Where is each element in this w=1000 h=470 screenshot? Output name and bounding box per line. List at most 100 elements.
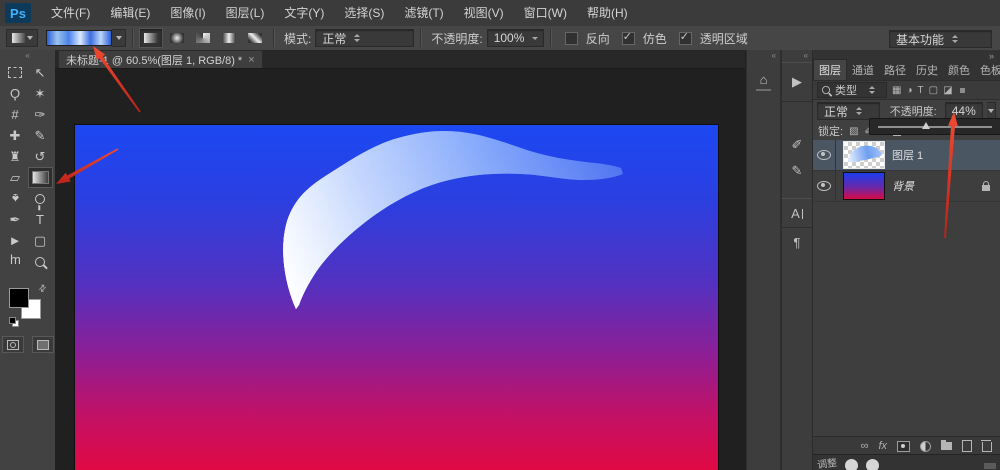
gradient-preview[interactable] xyxy=(46,30,112,46)
tab-layers[interactable]: 图层 xyxy=(813,59,847,80)
clone-stamp-tool[interactable]: ♜ xyxy=(3,146,28,167)
character-panel-button[interactable]: A xyxy=(782,198,812,228)
reverse-checkbox[interactable] xyxy=(565,32,578,45)
filter-image-icon[interactable]: ▦ xyxy=(892,85,901,96)
tab-paths[interactable]: 路径 xyxy=(879,60,911,80)
close-icon[interactable]: × xyxy=(248,54,254,66)
new-layer-icon[interactable] xyxy=(962,440,972,452)
eyedropper-tool[interactable]: ✑ xyxy=(28,104,53,125)
healing-brush-tool[interactable]: ✚ xyxy=(3,125,28,146)
canvas[interactable] xyxy=(75,125,718,470)
filter-type-icon[interactable]: T xyxy=(918,85,924,96)
mode-dropdown[interactable]: 正常 xyxy=(315,29,414,47)
filter-adjustment-icon[interactable]: ◑ xyxy=(906,85,912,96)
layer-name: 图层 1 xyxy=(892,147,923,163)
delete-layer-icon[interactable] xyxy=(982,442,992,452)
filter-pin-icon[interactable] xyxy=(960,88,965,93)
dodge-tool[interactable] xyxy=(28,188,53,209)
adjustment-circle-icon[interactable] xyxy=(866,459,879,470)
menu-help[interactable]: 帮助(H) xyxy=(577,0,638,26)
zoom-tool[interactable] xyxy=(28,251,53,272)
swap-colors-icon[interactable]: ⇄ xyxy=(36,282,49,295)
screen-mode-icon xyxy=(37,340,49,350)
background-thumbnail[interactable] xyxy=(843,172,885,200)
rectangular-marquee-tool[interactable] xyxy=(3,62,28,83)
filter-type-dropdown[interactable]: 类型 xyxy=(817,82,887,98)
tool-preset-picker[interactable] xyxy=(6,29,38,47)
menu-type[interactable]: 文字(Y) xyxy=(274,0,334,26)
tab-swatches[interactable]: 色板 xyxy=(975,60,1000,80)
add-mask-icon[interactable] xyxy=(897,441,910,452)
mode-label: 模式: xyxy=(284,30,311,47)
type-tool[interactable]: T xyxy=(28,209,53,230)
brush-presets-button[interactable]: ✎ xyxy=(782,158,812,184)
foreground-color-swatch[interactable] xyxy=(9,288,29,308)
lasso-tool[interactable]: Ϙ xyxy=(3,83,28,104)
hand-tool[interactable]: ɰ xyxy=(3,251,28,272)
blur-tool[interactable]: ♠ xyxy=(3,188,28,209)
transparency-checkbox[interactable] xyxy=(679,32,692,45)
menu-select[interactable]: 选择(S) xyxy=(334,0,394,26)
pen-tool[interactable]: ✒ xyxy=(3,209,28,230)
tab-channels[interactable]: 通道 xyxy=(847,60,879,80)
menu-layer[interactable]: 图层(L) xyxy=(216,0,275,26)
screen-mode-button[interactable] xyxy=(32,336,54,353)
linear-gradient-button[interactable] xyxy=(139,28,163,48)
opacity-value: 100% xyxy=(494,31,525,45)
menu-filter[interactable]: 滤镜(T) xyxy=(394,0,453,26)
opacity-slider-thumb[interactable] xyxy=(922,122,930,129)
filter-shape-icon[interactable]: ▢ xyxy=(929,85,938,96)
mini-bridge-button[interactable]: ⌂ xyxy=(747,62,780,100)
opacity-slider-track[interactable] xyxy=(878,126,992,128)
layer-row-background[interactable]: 背景 xyxy=(813,171,1000,202)
adjustment-layer-icon[interactable] xyxy=(920,441,931,452)
transparency-label: 透明区域 xyxy=(700,30,748,47)
filter-smart-object-icon[interactable]: ◪ xyxy=(943,85,952,96)
actions-panel-button[interactable]: ▶ xyxy=(782,62,812,102)
layer-row-layer1[interactable]: 图层 1 xyxy=(813,140,1000,171)
brush-tool[interactable]: ✎ xyxy=(28,125,53,146)
visibility-cell[interactable] xyxy=(813,140,836,170)
angle-gradient-button[interactable] xyxy=(191,28,215,48)
expand-dock-icon[interactable]: « xyxy=(747,50,780,62)
color-swatches: ⇄ xyxy=(9,286,47,322)
adjustment-circle-icon[interactable] xyxy=(845,459,858,470)
opacity-dropdown[interactable]: 100% xyxy=(487,29,544,47)
lock-transparency-icon[interactable]: ▨ xyxy=(849,126,858,137)
gradient-tool[interactable] xyxy=(28,167,53,188)
history-brush-tool[interactable]: ↺ xyxy=(28,146,53,167)
quick-mask-button[interactable] xyxy=(2,336,24,353)
layer1-thumbnail[interactable] xyxy=(843,141,885,169)
shape-tool[interactable]: ▢ xyxy=(28,230,53,251)
menu-view[interactable]: 视图(V) xyxy=(454,0,514,26)
tab-color[interactable]: 颜色 xyxy=(943,60,975,80)
menu-image[interactable]: 图像(I) xyxy=(160,0,215,26)
layer-style-icon[interactable]: fx xyxy=(878,437,887,455)
paragraph-panel-icon: ¶ xyxy=(794,235,801,250)
paragraph-panel-button[interactable]: ¶ xyxy=(782,228,812,256)
link-layers-icon[interactable]: ∞ xyxy=(861,437,869,455)
opacity-slider-popup[interactable] xyxy=(869,118,1000,135)
quick-selection-tool[interactable]: ✶ xyxy=(28,83,53,104)
path-selection-tool[interactable]: ► xyxy=(3,230,28,251)
collapse-toolbar-icon[interactable]: « xyxy=(0,50,55,62)
menu-window[interactable]: 窗口(W) xyxy=(514,0,577,26)
reflected-gradient-button[interactable] xyxy=(217,28,241,48)
new-group-icon[interactable] xyxy=(941,442,952,450)
brush-panel-button[interactable]: ✐ xyxy=(782,132,812,158)
radial-gradient-button[interactable] xyxy=(165,28,189,48)
diamond-gradient-button[interactable] xyxy=(243,28,267,48)
gradient-picker-button[interactable] xyxy=(112,29,126,47)
crop-tool[interactable]: # xyxy=(3,104,28,125)
document-tab[interactable]: 未标题-1 @ 60.5%(图层 1, RGB/8) * × xyxy=(58,50,263,68)
menu-edit[interactable]: 编辑(E) xyxy=(100,0,160,26)
default-colors-icon[interactable] xyxy=(9,317,18,326)
expand-dock-icon[interactable]: « xyxy=(782,50,812,62)
move-tool[interactable]: ↖ xyxy=(28,62,53,83)
dither-checkbox[interactable] xyxy=(622,32,635,45)
menu-file[interactable]: 文件(F) xyxy=(41,0,100,26)
workspace-switcher[interactable]: 基本功能 xyxy=(889,30,992,48)
visibility-cell[interactable] xyxy=(813,171,836,201)
tab-history[interactable]: 历史 xyxy=(911,60,943,80)
eraser-tool[interactable]: ▱ xyxy=(3,167,28,188)
